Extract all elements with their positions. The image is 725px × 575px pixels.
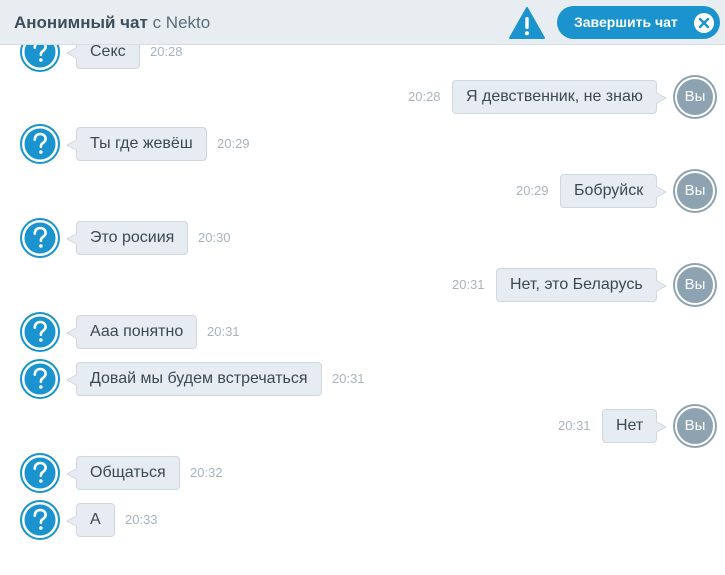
question-mark-icon [20,45,60,72]
chat-header: Анонимный чат с Nekto Завершить чат [0,0,725,45]
stranger-message-bubble: Ты где жевёш [66,127,207,161]
stranger-message-bubble: Ааа понятно [65,315,198,349]
close-circle-icon [694,13,714,33]
message-row: Вы Я девственник, не знаю 20:28 [0,77,725,117]
my-message-bubble: Бобруйск [560,174,668,208]
stranger-message-bubble: Общаться [66,456,180,490]
message-time: 20:29 [516,183,549,198]
my-message-bubble: Нет, это Беларусь [496,268,667,302]
stranger-message-bubble: Довай мы будем встречаться [66,362,322,396]
question-mark-icon [20,500,60,540]
my-avatar: Вы [675,171,715,211]
message-time: 20:33 [125,512,158,527]
end-chat-label: Завершить чат [574,14,678,30]
chat-title: Анонимный чат с Nekto [14,13,210,33]
question-mark-icon [20,312,60,352]
message-time: 20:31 [332,371,365,386]
stranger-message-bubble: Это росиия [65,221,189,255]
message-time: 20:28 [150,45,183,59]
my-avatar: Вы [675,406,715,446]
message-list[interactable]: Секс 20:28 Вы Я девственник, не знаю 20:28 Ты… [0,45,725,575]
message-time: 20:31 [207,324,240,339]
end-chat-button[interactable]: Завершить чат [557,6,720,39]
message-time: 20:31 [452,277,485,292]
my-message-bubble: Я девственник, не знаю [452,80,667,114]
question-mark-icon [20,218,60,258]
message-row: А 20:33 [0,500,725,540]
question-mark-icon [20,453,60,493]
message-row: Вы Нет 20:31 [0,406,725,446]
message-row: Общаться 20:32 [0,453,725,493]
stranger-message-bubble: Секс [66,45,140,69]
stranger-message-bubble: А [66,503,115,537]
message-time: 20:30 [198,230,231,245]
warning-icon [509,7,545,39]
message-time: 20:29 [217,136,250,151]
report-button[interactable] [508,6,546,40]
question-mark-icon [20,359,60,399]
question-mark-icon [20,124,60,164]
chat-title-partner: с Nekto [152,13,211,32]
message-time: 20:31 [558,418,591,433]
my-avatar: Вы [675,77,715,117]
message-row: Довай мы будем встречаться 20:31 [0,359,725,399]
message-row: Секс 20:28 [0,45,725,72]
chat-title-bold: Анонимный чат [14,13,148,32]
message-row: Вы Бобруйск 20:29 [0,171,725,211]
message-row: Ты где жевёш 20:29 [0,124,725,164]
my-avatar: Вы [675,265,715,305]
message-time: 20:28 [408,89,441,104]
message-row: Это росиия 20:30 [0,218,725,258]
my-message-bubble: Нет [602,409,668,443]
message-time: 20:32 [190,465,223,480]
message-row: Вы Нет, это Беларусь 20:31 [0,265,725,305]
message-row: Ааа понятно 20:31 [0,312,725,352]
